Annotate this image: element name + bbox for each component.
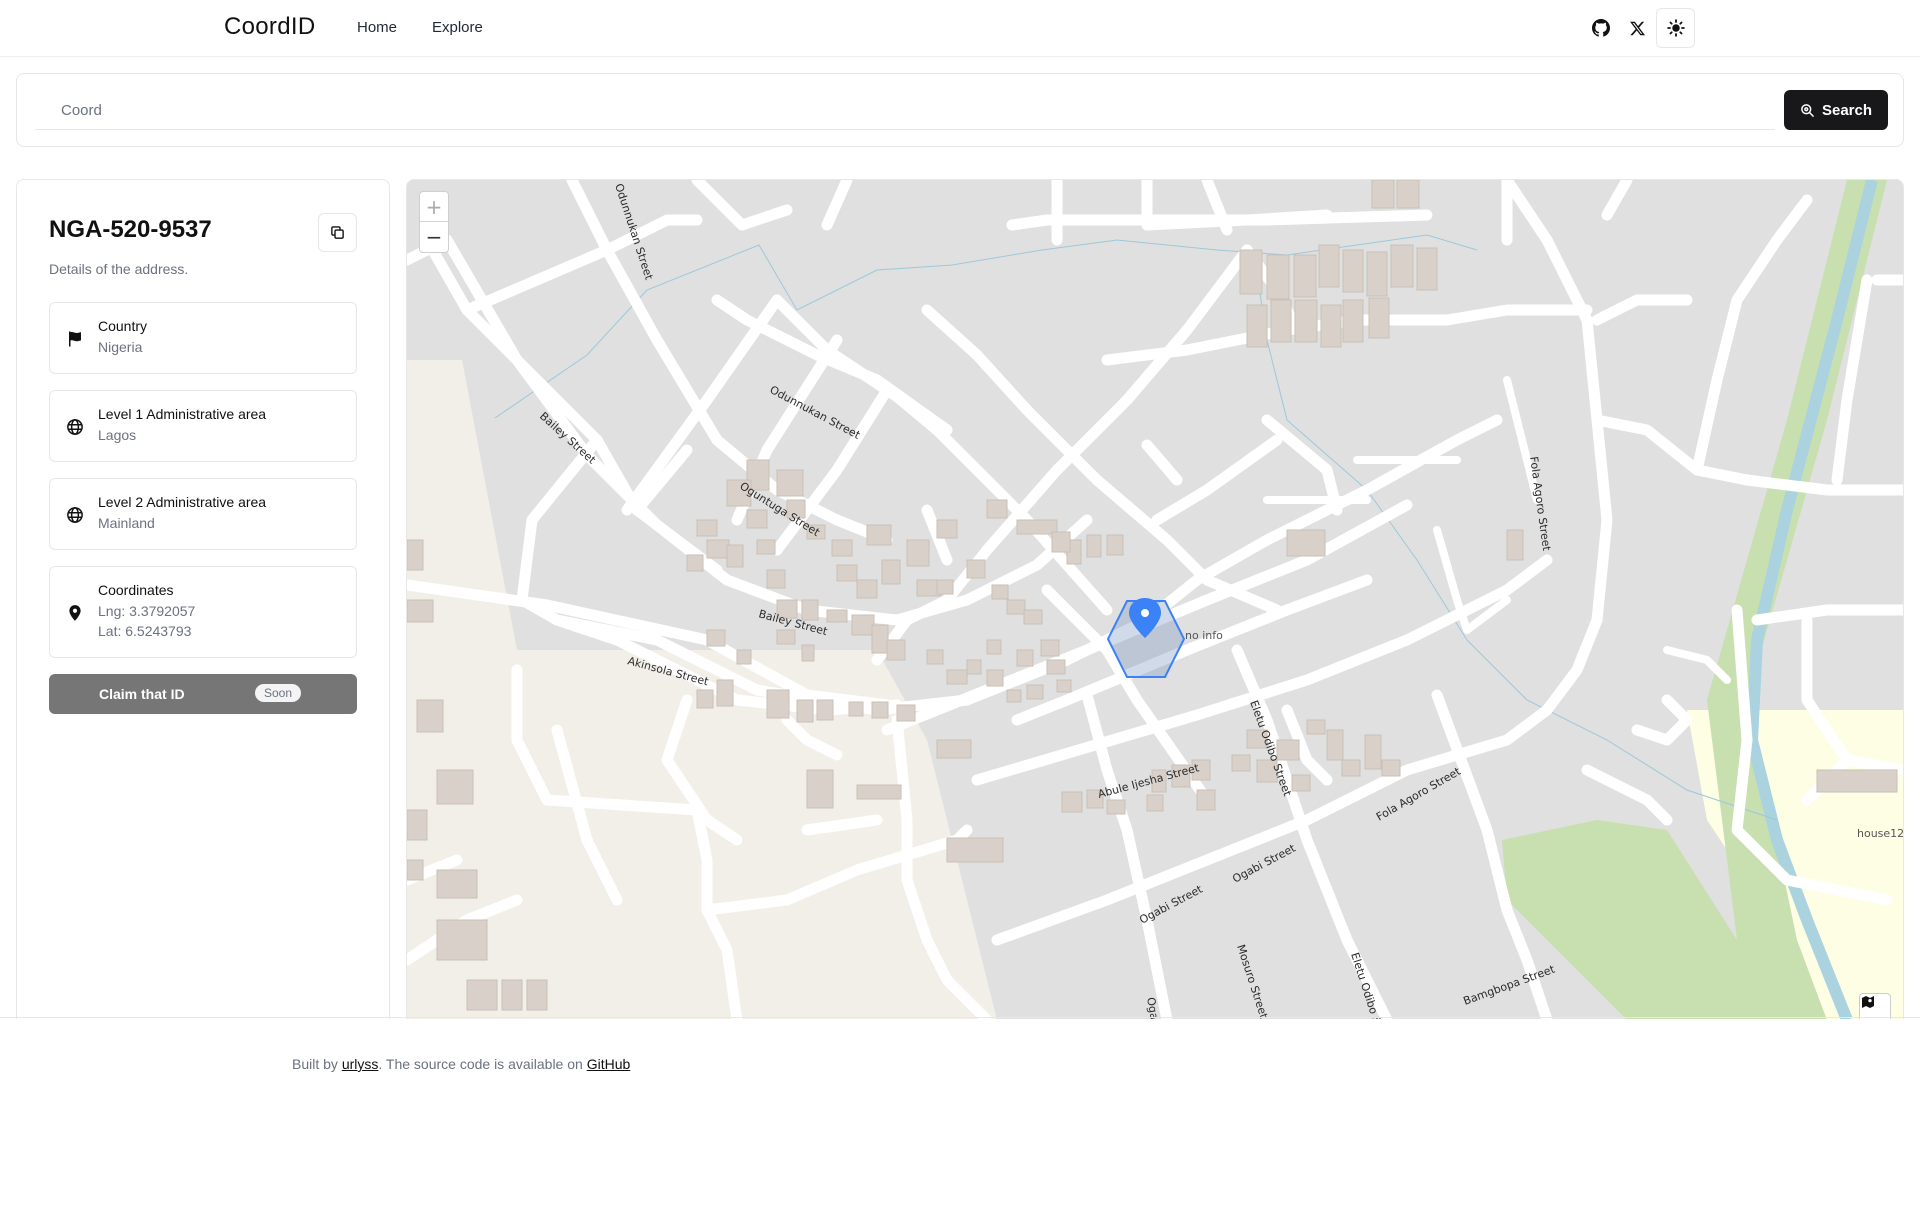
nav-home[interactable]: Home xyxy=(357,19,397,36)
zoom-in-button[interactable]: + xyxy=(420,192,448,222)
latitude-value: Lat: 6.5243793 xyxy=(98,623,192,639)
details-subtitle: Details of the address. xyxy=(49,261,189,277)
zoom-control: + − xyxy=(419,191,449,253)
address-details-card: NGA-520-9537 Details of the address. Cou… xyxy=(16,179,390,1019)
flag-icon xyxy=(69,331,81,347)
coordinates-title: Coordinates xyxy=(98,582,174,598)
place-label-house12: house12 xyxy=(1857,827,1904,840)
search-button[interactable]: Search xyxy=(1784,90,1888,130)
search-card: Search xyxy=(16,73,1904,147)
footer-middle: . The source code is available on xyxy=(378,1056,587,1072)
map-pin-icon xyxy=(69,605,81,621)
zoom-out-button[interactable]: − xyxy=(420,222,448,252)
claim-id-button[interactable]: Claim that ID Soon xyxy=(49,674,357,714)
globe-icon xyxy=(67,507,83,523)
sun-icon[interactable] xyxy=(1656,8,1695,48)
map-tiles[interactable]: no info house12 Odunnukan Street Odunnuk… xyxy=(407,180,1904,1019)
admin1-title: Level 1 Administrative area xyxy=(98,406,267,422)
top-navbar: CoordID Home Explore xyxy=(0,0,1920,57)
footer-divider xyxy=(0,1017,1920,1018)
nav-explore[interactable]: Explore xyxy=(432,19,483,36)
admin2-title: Level 2 Administrative area xyxy=(98,494,267,510)
github-link[interactable]: GitHub xyxy=(587,1056,631,1072)
coord-search-input[interactable] xyxy=(35,92,1775,130)
country-box: Country Nigeria xyxy=(49,302,357,374)
admin2-value: Mainland xyxy=(98,515,155,531)
copy-icon xyxy=(331,226,344,239)
globe-icon xyxy=(67,419,83,435)
brand-logo[interactable]: CoordID xyxy=(224,13,315,41)
claim-button-label: Claim that ID xyxy=(99,686,185,702)
search-location-icon xyxy=(1801,103,1814,117)
soon-badge: Soon xyxy=(255,684,302,702)
map-layers-button[interactable] xyxy=(1859,993,1891,1019)
country-value: Nigeria xyxy=(98,339,143,355)
github-icon[interactable] xyxy=(1582,9,1620,47)
place-label-no-info: no info xyxy=(1185,629,1223,642)
footer: Built by urlyss. The source code is avai… xyxy=(292,1056,630,1072)
country-title: Country xyxy=(98,318,148,334)
copy-id-button[interactable] xyxy=(318,213,357,252)
search-button-label: Search xyxy=(1821,101,1873,119)
x-icon[interactable] xyxy=(1618,9,1656,47)
address-id-title: NGA-520-9537 xyxy=(49,216,212,243)
author-link[interactable]: urlyss xyxy=(342,1056,379,1072)
map-view[interactable]: no info house12 Odunnukan Street Odunnuk… xyxy=(406,179,1904,1019)
footer-prefix: Built by xyxy=(292,1056,342,1072)
admin1-value: Lagos xyxy=(98,427,137,443)
admin1-box: Level 1 Administrative area Lagos xyxy=(49,390,357,462)
map-layers-icon xyxy=(1862,996,1874,1008)
longitude-value: Lng: 3.3792057 xyxy=(98,603,196,619)
coordinates-box: Coordinates Lng: 3.3792057 Lat: 6.524379… xyxy=(49,566,357,658)
admin2-box: Level 2 Administrative area Mainland xyxy=(49,478,357,550)
